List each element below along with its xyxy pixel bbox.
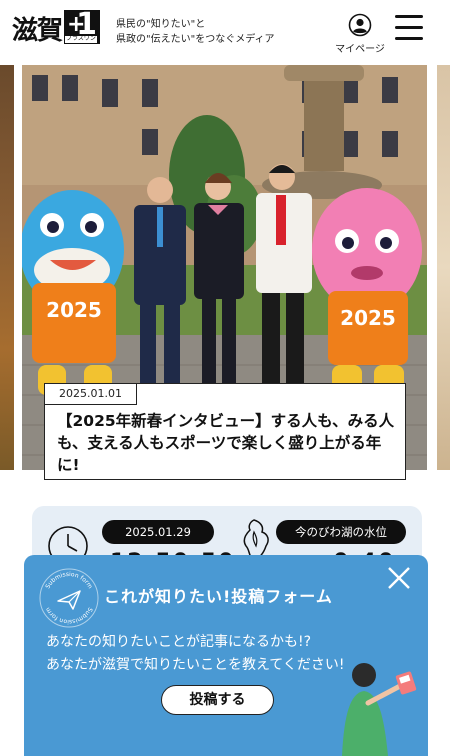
mypage-label: マイページ [335, 44, 385, 55]
popup-body: あなたの知りたいことが記事になるかも!? あなたが滋賀で知りたいことを教えてくだ… [46, 631, 345, 677]
mypage-button[interactable]: マイページ [331, 13, 389, 55]
popup-body-line-1: あなたの知りたいことが記事になるかも!? [46, 634, 312, 650]
logo-plus-one: + 1 プラスワン [64, 10, 101, 44]
submit-post-button[interactable]: 投稿する [161, 685, 274, 715]
hamburger-menu-icon[interactable] [395, 15, 423, 43]
left-mascot-number: 2025 [46, 298, 102, 322]
site-logo[interactable]: 滋賀 + 1 プラスワン [12, 10, 101, 46]
svg-text:Submission form: Submission form [44, 606, 93, 625]
user-circle-icon [348, 13, 372, 37]
right-mascot-number: 2025 [340, 306, 396, 330]
article-title[interactable]: 【2025年新春インタビュー】する人も、みる人も、支える人もスポーツで楽しく盛り… [57, 410, 395, 476]
date-pill: 2025.01.29 [102, 520, 214, 544]
tagline-line-2: 県政の"伝えたい"をつなぐメディア [116, 34, 275, 45]
popup-title: これが知りたい!投稿フォーム [104, 587, 333, 606]
logo-text: 滋賀 [12, 16, 63, 46]
lake-level-pill: 今のびわ湖の水位 [276, 520, 406, 544]
page: 滋賀 + 1 プラスワン 県民の"知りたい"と 県政の"伝えたい"をつなぐメディ… [0, 0, 450, 756]
article-date: 2025.01.01 [44, 383, 137, 405]
person-illustration [342, 663, 417, 756]
close-icon[interactable] [386, 565, 412, 591]
hero-article-card[interactable]: 2025.01.01 【2025年新春インタビュー】する人も、みる人も、支える人… [44, 383, 406, 480]
site-header: 滋賀 + 1 プラスワン 県民の"知りたい"と 県政の"伝えたい"をつなぐメディ… [0, 0, 450, 62]
svg-text:Submission form: Submission form [44, 571, 93, 590]
submission-form-popup: Submission form Submission form これが知りたい!… [24, 555, 428, 756]
site-tagline: 県民の"知りたい"と 県政の"伝えたい"をつなぐメディア [116, 17, 275, 47]
popup-body-line-2: あなたが滋賀で知りたいことを教えてください! [46, 657, 345, 673]
paper-plane-icon: Submission form Submission form [39, 568, 99, 628]
previous-slide-peek[interactable] [0, 65, 14, 470]
next-slide-peek[interactable] [437, 65, 450, 470]
tagline-line-1: 県民の"知りたい"と [116, 19, 206, 30]
logo-kana: プラスワン [65, 35, 97, 43]
